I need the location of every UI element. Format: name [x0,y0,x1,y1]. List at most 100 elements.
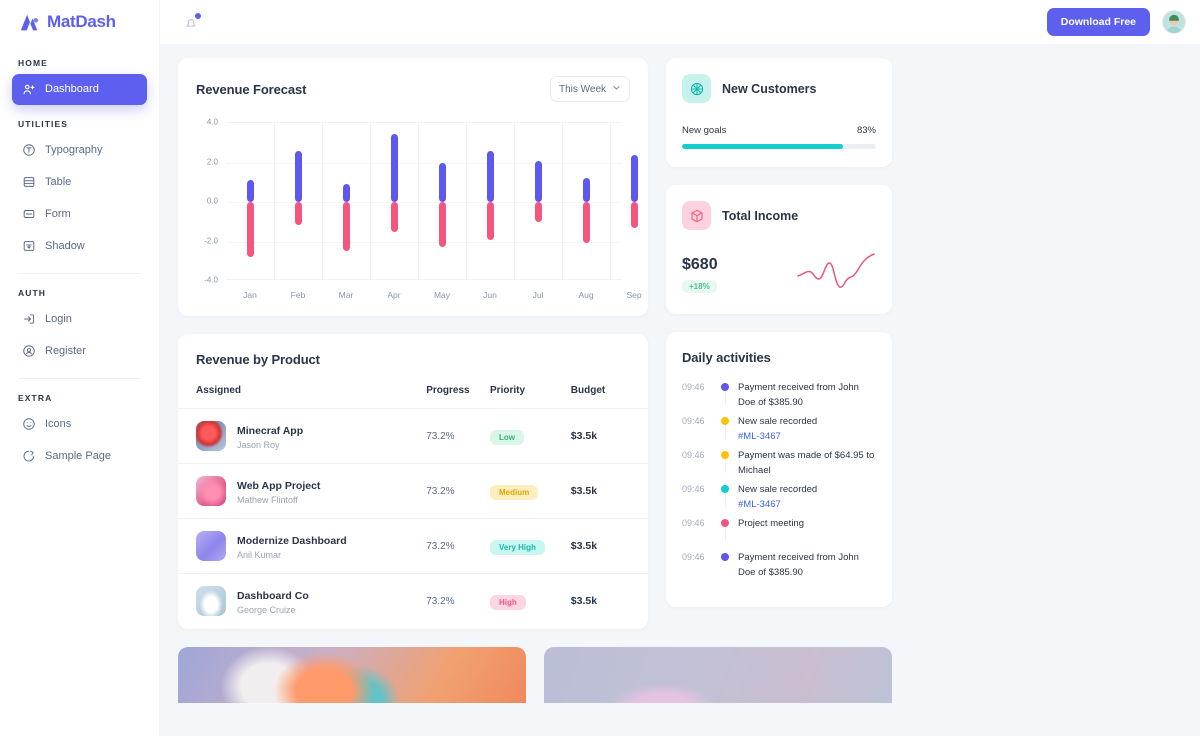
activity-text: Project meeting [738,518,805,529]
list-item[interactable]: 09:46 Payment received from John Doe of $… [682,551,876,585]
activity-link[interactable]: #ML-3467 [738,499,781,510]
revenue-range-value: This Week [559,83,607,95]
activity-text: Payment was made of $64.95 to Michael [738,450,875,476]
notifications-button[interactable] [182,12,202,32]
priority-badge: High [490,595,526,611]
chart-y-tick: -4.0 [204,275,218,285]
list-item[interactable]: 09:46 Payment received from John Doe of $… [682,381,876,415]
table-head: Assigned Progress Priority Budget [178,385,648,409]
chart-gridline-v [370,123,371,279]
table-row[interactable]: Dashboard Co George Cruize 73.2% High $3.5k [178,573,648,629]
timeline-dot [721,485,729,493]
chart-bar-positive [582,178,590,202]
chart-bar-positive [534,160,542,202]
sidebar: MatDash HOME Dashboard UTILITIES Typogra… [0,0,160,736]
left-column: Revenue Forecast This Week 4.0 2.0 0.0 -2.0… [178,58,892,703]
new-customers-header: New Customers [682,74,876,103]
sidebar-item-shadow[interactable]: Shadow [12,231,147,261]
revenue-by-product-title: Revenue by Product [196,352,320,367]
sidebar-item-icons[interactable]: Icons [12,409,147,439]
brand[interactable]: MatDash [12,0,147,44]
activity-text: New sale recorded #ML-3467 [738,484,818,510]
sidebar-item-table[interactable]: Table [12,167,147,197]
list-item[interactable]: 09:46 Payment was made of $64.95 to Micha… [682,449,876,483]
activity-text: New sale recorded #ML-3467 [738,416,818,442]
download-free-button[interactable]: Download Free [1046,8,1150,36]
chart-bar-positive [486,150,494,202]
activity-text: Payment received from John Doe of $385.9… [738,382,859,408]
smiley-icon [22,417,36,431]
cell-budget: $3.5k [570,595,598,608]
sidebar-item-login[interactable]: Login [12,304,147,334]
user-avatar-icon [1163,11,1185,33]
sidebar-item-label: Icons [45,417,72,430]
chart-bar-negative [294,202,302,225]
sidebar-item-label: Typography [45,143,103,156]
chart-bar-positive [246,180,254,202]
activity-time: 09:46 [682,484,705,494]
chart-bar-negative [534,202,542,222]
cell-priority: High [490,574,571,629]
sidebar-item-register[interactable]: Register [12,336,147,366]
chart-y-tick: 0.0 [206,196,218,206]
chart-y-tick: 4.0 [206,117,218,127]
activity-time: 09:46 [682,518,705,528]
cell-budget: $3.5k [570,430,598,443]
cell-assigned: Dashboard Co George Cruize [178,574,426,629]
table-row[interactable]: Web App Project Mathew Flintoff 73.2% Mediu… [178,463,648,519]
gradient-card-2[interactable] [544,646,892,703]
sidebar-item-form[interactable]: Form [12,199,147,229]
activity-time: 09:46 [682,552,705,562]
sidebar-item-sample-page[interactable]: Sample Page [12,441,147,471]
chart-bar-positive [294,150,302,202]
new-customers-title: New Customers [722,81,817,96]
dashboard-content: Revenue Forecast This Week 4.0 2.0 0.0 -2.0… [160,44,1200,736]
list-item[interactable]: 09:46 New sale recorded #ML-3467 [682,483,876,517]
product-name: Web App Project [237,480,321,493]
chart-x-tick: Feb [290,290,306,300]
list-item[interactable]: 09:46 Project meeting [682,517,876,551]
product-owner: George Cruize [237,605,296,616]
table-body: Minecraf App Jason Roy 73.2% Low $3.5k Web Ap… [178,408,648,629]
notification-badge-dot [195,13,201,19]
product-thumbnail [196,476,226,507]
revenue-range-select[interactable]: This Week [550,76,630,102]
product-owner: Jason Roy [237,440,280,450]
nav-section-home: HOME [18,58,48,68]
daily-activities-card: Daily activities 09:46 Payment received f… [666,332,892,607]
chart-gridline-v [514,123,515,279]
chart-gridline-v [418,123,419,279]
sidebar-item-dashboard[interactable]: Dashboard [12,74,147,105]
priority-badge: Very High [490,540,545,556]
chart-x-tick: Apr [387,290,401,300]
chart-gridline-v [562,123,563,279]
chart-plot-area [226,122,638,280]
chart-gridline-v [610,123,611,279]
sidebar-divider-1 [18,273,141,274]
chevron-down-icon [612,83,621,95]
register-icon [22,344,36,358]
new-goals-progressbar [682,144,876,149]
status-badge: +18% [682,280,717,293]
sidebar-item-label: Table [45,175,72,188]
product-name: Minecraf App [237,425,304,437]
box-icon [682,201,711,230]
timeline-rail [716,449,734,473]
sidebar-item-typography[interactable]: Typography [12,135,147,165]
app-root: MatDash HOME Dashboard UTILITIES Typogra… [0,0,1200,736]
column-header-priority: Priority [490,385,526,396]
list-item[interactable]: 09:46 New sale recorded #ML-3467 [682,415,876,449]
table-row[interactable]: Modernize Dashboard Anil Kumar 73.2% Very H… [178,518,648,574]
avatar[interactable] [1162,10,1186,34]
activity-time: 09:46 [682,450,705,460]
timeline-rail [716,415,734,439]
matdash-logo-icon [18,12,40,32]
chart-x-tick: Sep [626,290,642,300]
chart-bar-positive [390,133,398,202]
cell-progress: 73.2% [426,430,455,442]
timeline-dot [721,451,729,459]
gradient-card-1[interactable] [178,646,526,703]
activity-link[interactable]: #ML-3467 [738,431,781,442]
column-header-progress: Progress [426,385,470,396]
table-row[interactable]: Minecraf App Jason Roy 73.2% Low $3.5k [178,408,648,464]
